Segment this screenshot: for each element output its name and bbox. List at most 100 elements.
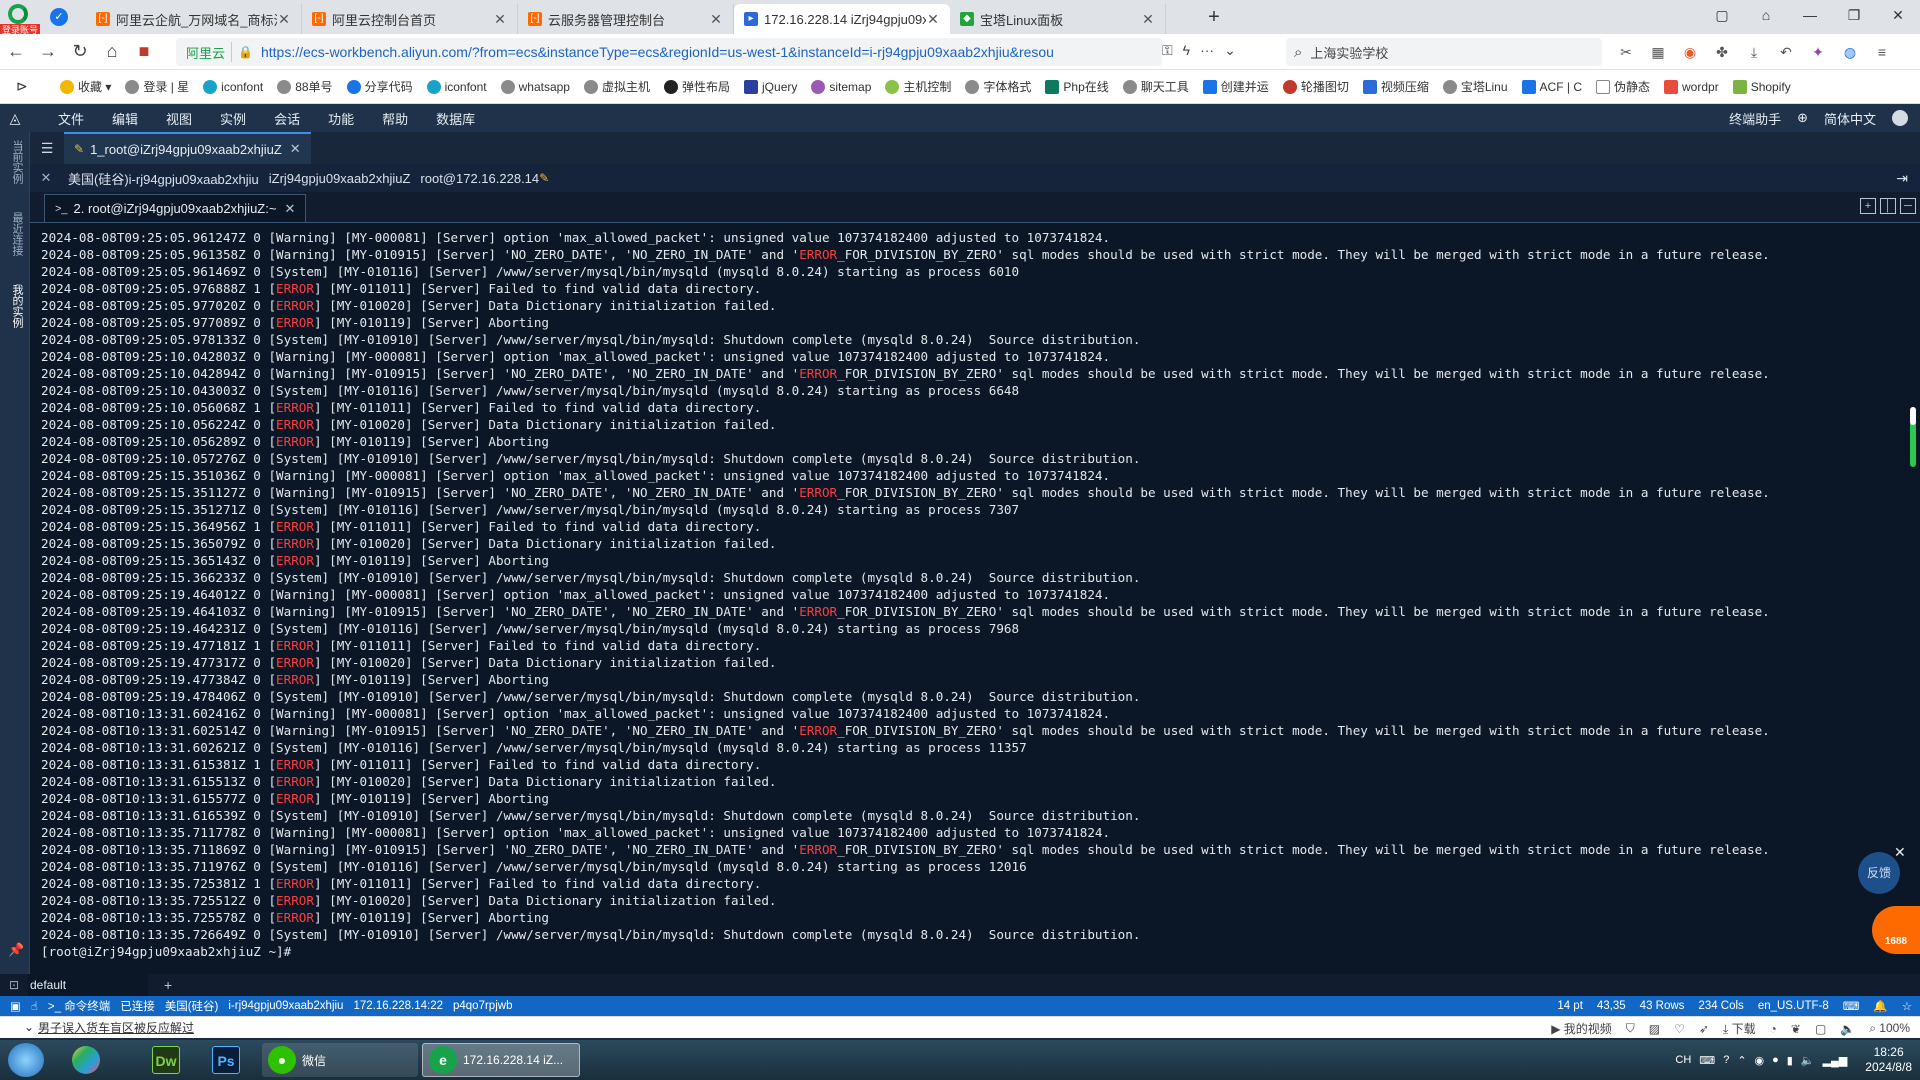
window-icon[interactable]: ▣ [10,999,21,1013]
download-icon[interactable]: ⤓ [1742,40,1766,64]
shield-icon[interactable]: ⛉ [1626,1021,1635,1036]
scrollbar-thumb[interactable] [1910,407,1916,425]
browser-tab-ecs[interactable]: [-] 云服务器管理控制台 ✕ [518,4,734,34]
home-button[interactable]: ⌂ [96,41,128,62]
close-icon[interactable]: ✕ [926,11,940,28]
add-circle-icon[interactable]: ⊕ [1797,110,1808,126]
close-icon[interactable]: ✕ [709,11,723,28]
url-field[interactable]: 阿里云 🔒 https://ecs-workbench.aliyun.com/?… [176,38,1162,66]
rocket-icon[interactable]: ➶ [1699,1022,1709,1036]
gauge-icon[interactable]: ◔ [1770,1022,1777,1036]
new-pane-icon[interactable]: + [1860,198,1876,214]
reload-button[interactable]: ↻ [64,41,96,62]
bookmark-item[interactable]: sitemap [811,79,871,94]
shell-prompt[interactable]: [root@iZrj94gpju09xaab2xhjiuZ ~]# [41,943,1770,960]
bookmark-item[interactable]: 创建并运 [1202,78,1269,95]
signal-icon[interactable]: ▂▄▆ [1823,1054,1848,1067]
bookmark-item[interactable]: 收藏 ▾ [60,78,111,95]
menu-edit[interactable]: 编辑 [112,109,138,128]
taskbar-app-dreamweaver[interactable]: Dw [146,1043,188,1077]
tab-list-icon[interactable]: ▢ [1700,0,1744,30]
list-icon[interactable]: ☰ [30,140,64,157]
close-icon[interactable]: ✕ [1141,11,1155,28]
skin-icon[interactable]: ⌂ [1744,0,1788,30]
key-icon[interactable]: ⚿ [1162,42,1173,59]
browser-tab-console[interactable]: [-] 阿里云控制台首页 ✕ [302,4,518,34]
taskbar-app-colorful[interactable] [66,1043,108,1077]
leaf-icon[interactable]: ❦ [1791,1022,1801,1036]
bookmark-item[interactable]: 虚拟主机 [583,78,650,95]
menu-database[interactable]: 数据库 [436,109,475,128]
image-icon[interactable]: ▨ [1649,1022,1660,1036]
chevron-down-icon[interactable]: ⌄ [1224,42,1236,59]
rail-recent-connections[interactable]: 最近连接 [7,212,23,256]
menu-file[interactable]: 文件 [58,109,84,128]
logout-icon[interactable]: ⇥ [1896,170,1908,187]
terminal[interactable]: 2024-08-08T09:25:05.961247Z 0 [Warning] … [30,222,1920,974]
bookmark-item[interactable]: iconfont [203,79,263,94]
split-horizontal-icon[interactable]: ─ [1900,198,1916,214]
taskbar-app-photoshop[interactable]: Ps [206,1043,248,1077]
bookmark-item[interactable]: 聊天工具 [1122,78,1189,95]
app-icon[interactable]: ◉ [1678,40,1702,64]
wechat-tray-icon[interactable]: ● [1772,1054,1779,1066]
restore-button[interactable]: ❐ [1832,0,1876,30]
undo-icon[interactable]: ↶ [1774,40,1798,64]
pointer-icon[interactable]: ☝ [31,999,38,1013]
language-select[interactable]: 简体中文 [1824,109,1876,128]
menu-instance[interactable]: 实例 [220,109,246,128]
puzzle-icon[interactable]: ✤ [1710,40,1734,64]
help-icon[interactable]: ? [1723,1054,1729,1066]
avatar[interactable] [1892,110,1908,126]
lightning-icon[interactable]: ϟ [1183,42,1190,59]
download-button[interactable]: ⤓ 下载 [1723,1020,1756,1037]
bookmark-item[interactable]: jQuery [744,79,797,94]
close-icon[interactable]: ✕ [277,11,291,28]
bookmark-item[interactable]: 伪静态 [1596,78,1650,95]
menu-feature[interactable]: 功能 [328,109,354,128]
bookmark-item[interactable]: Shopify [1732,79,1791,94]
close-icon[interactable]: ✕ [1894,844,1906,861]
bookmark-item[interactable]: whatsapp [500,79,570,94]
taskbar-app-wechat[interactable]: ● 微信 [262,1043,418,1077]
zoom-control[interactable]: ⌕ 100% [1869,1021,1910,1036]
rail-my-instances[interactable]: 我的实例 [7,284,23,328]
ime-indicator[interactable]: CH [1675,1054,1691,1066]
bookmark-item[interactable]: 轮播图切 [1282,78,1349,95]
lock-icon[interactable]: 🔒 [238,45,253,59]
add-tab-button[interactable]: + [164,977,172,993]
search-input[interactable]: ⌕ 上海实验学校 [1286,38,1602,66]
browser-logo[interactable]: 登录账号 [0,0,41,36]
edge-icon[interactable]: ◍ [1838,40,1862,64]
keyboard-icon[interactable]: ⌨ [1843,999,1860,1013]
bookmark-item[interactable]: Php在线 [1045,78,1109,95]
start-button[interactable] [8,1043,44,1077]
menu-icon[interactable]: ≡ [1870,40,1894,64]
bookmark-item[interactable]: 弹性布局 [664,78,730,95]
menu-help[interactable]: 帮助 [382,109,408,128]
forward-button[interactable]: → [32,41,64,62]
bookmark-item[interactable]: 88单号 [277,78,333,95]
rail-current-instance[interactable]: 当前实例 [7,140,23,184]
taskbar-app-browser[interactable]: e 172.16.228.14 iZ... [422,1043,580,1077]
ai-icon[interactable]: ✦ [1806,40,1830,64]
bookmark-item[interactable]: 视频压缩 [1362,78,1429,95]
security-icon[interactable]: ◉ [1755,1054,1765,1067]
volume-icon[interactable]: 🔈 [1801,1054,1815,1067]
close-icon[interactable]: ✕ [290,141,301,157]
bookmark-item[interactable]: wordpr [1664,79,1719,94]
bookmark-item[interactable]: 主机控制 [885,78,951,95]
my-video-button[interactable]: ▶ 我的视频 [1551,1020,1612,1037]
close-icon[interactable]: ✕ [284,201,295,217]
clock[interactable]: 18:26 2024/8/8 [1865,1045,1912,1075]
minimize-button[interactable]: — [1788,0,1832,30]
bookmark-item[interactable]: 分享代码 [346,78,413,95]
bookmark-item[interactable]: 登录 | 星 [125,78,189,95]
chevron-down-icon[interactable]: ⌄ [24,1020,34,1034]
ad-1688-badge[interactable]: 1688 [1872,906,1920,954]
menu-view[interactable]: 视图 [166,109,192,128]
calendar-icon[interactable]: ▦ [1646,40,1670,64]
speaker-icon[interactable]: 🔈 [1840,1022,1855,1036]
collapse-icon[interactable]: ✕ [34,170,58,186]
news-link[interactable]: 男子误入货车盲区被反应解过 [38,1019,194,1036]
